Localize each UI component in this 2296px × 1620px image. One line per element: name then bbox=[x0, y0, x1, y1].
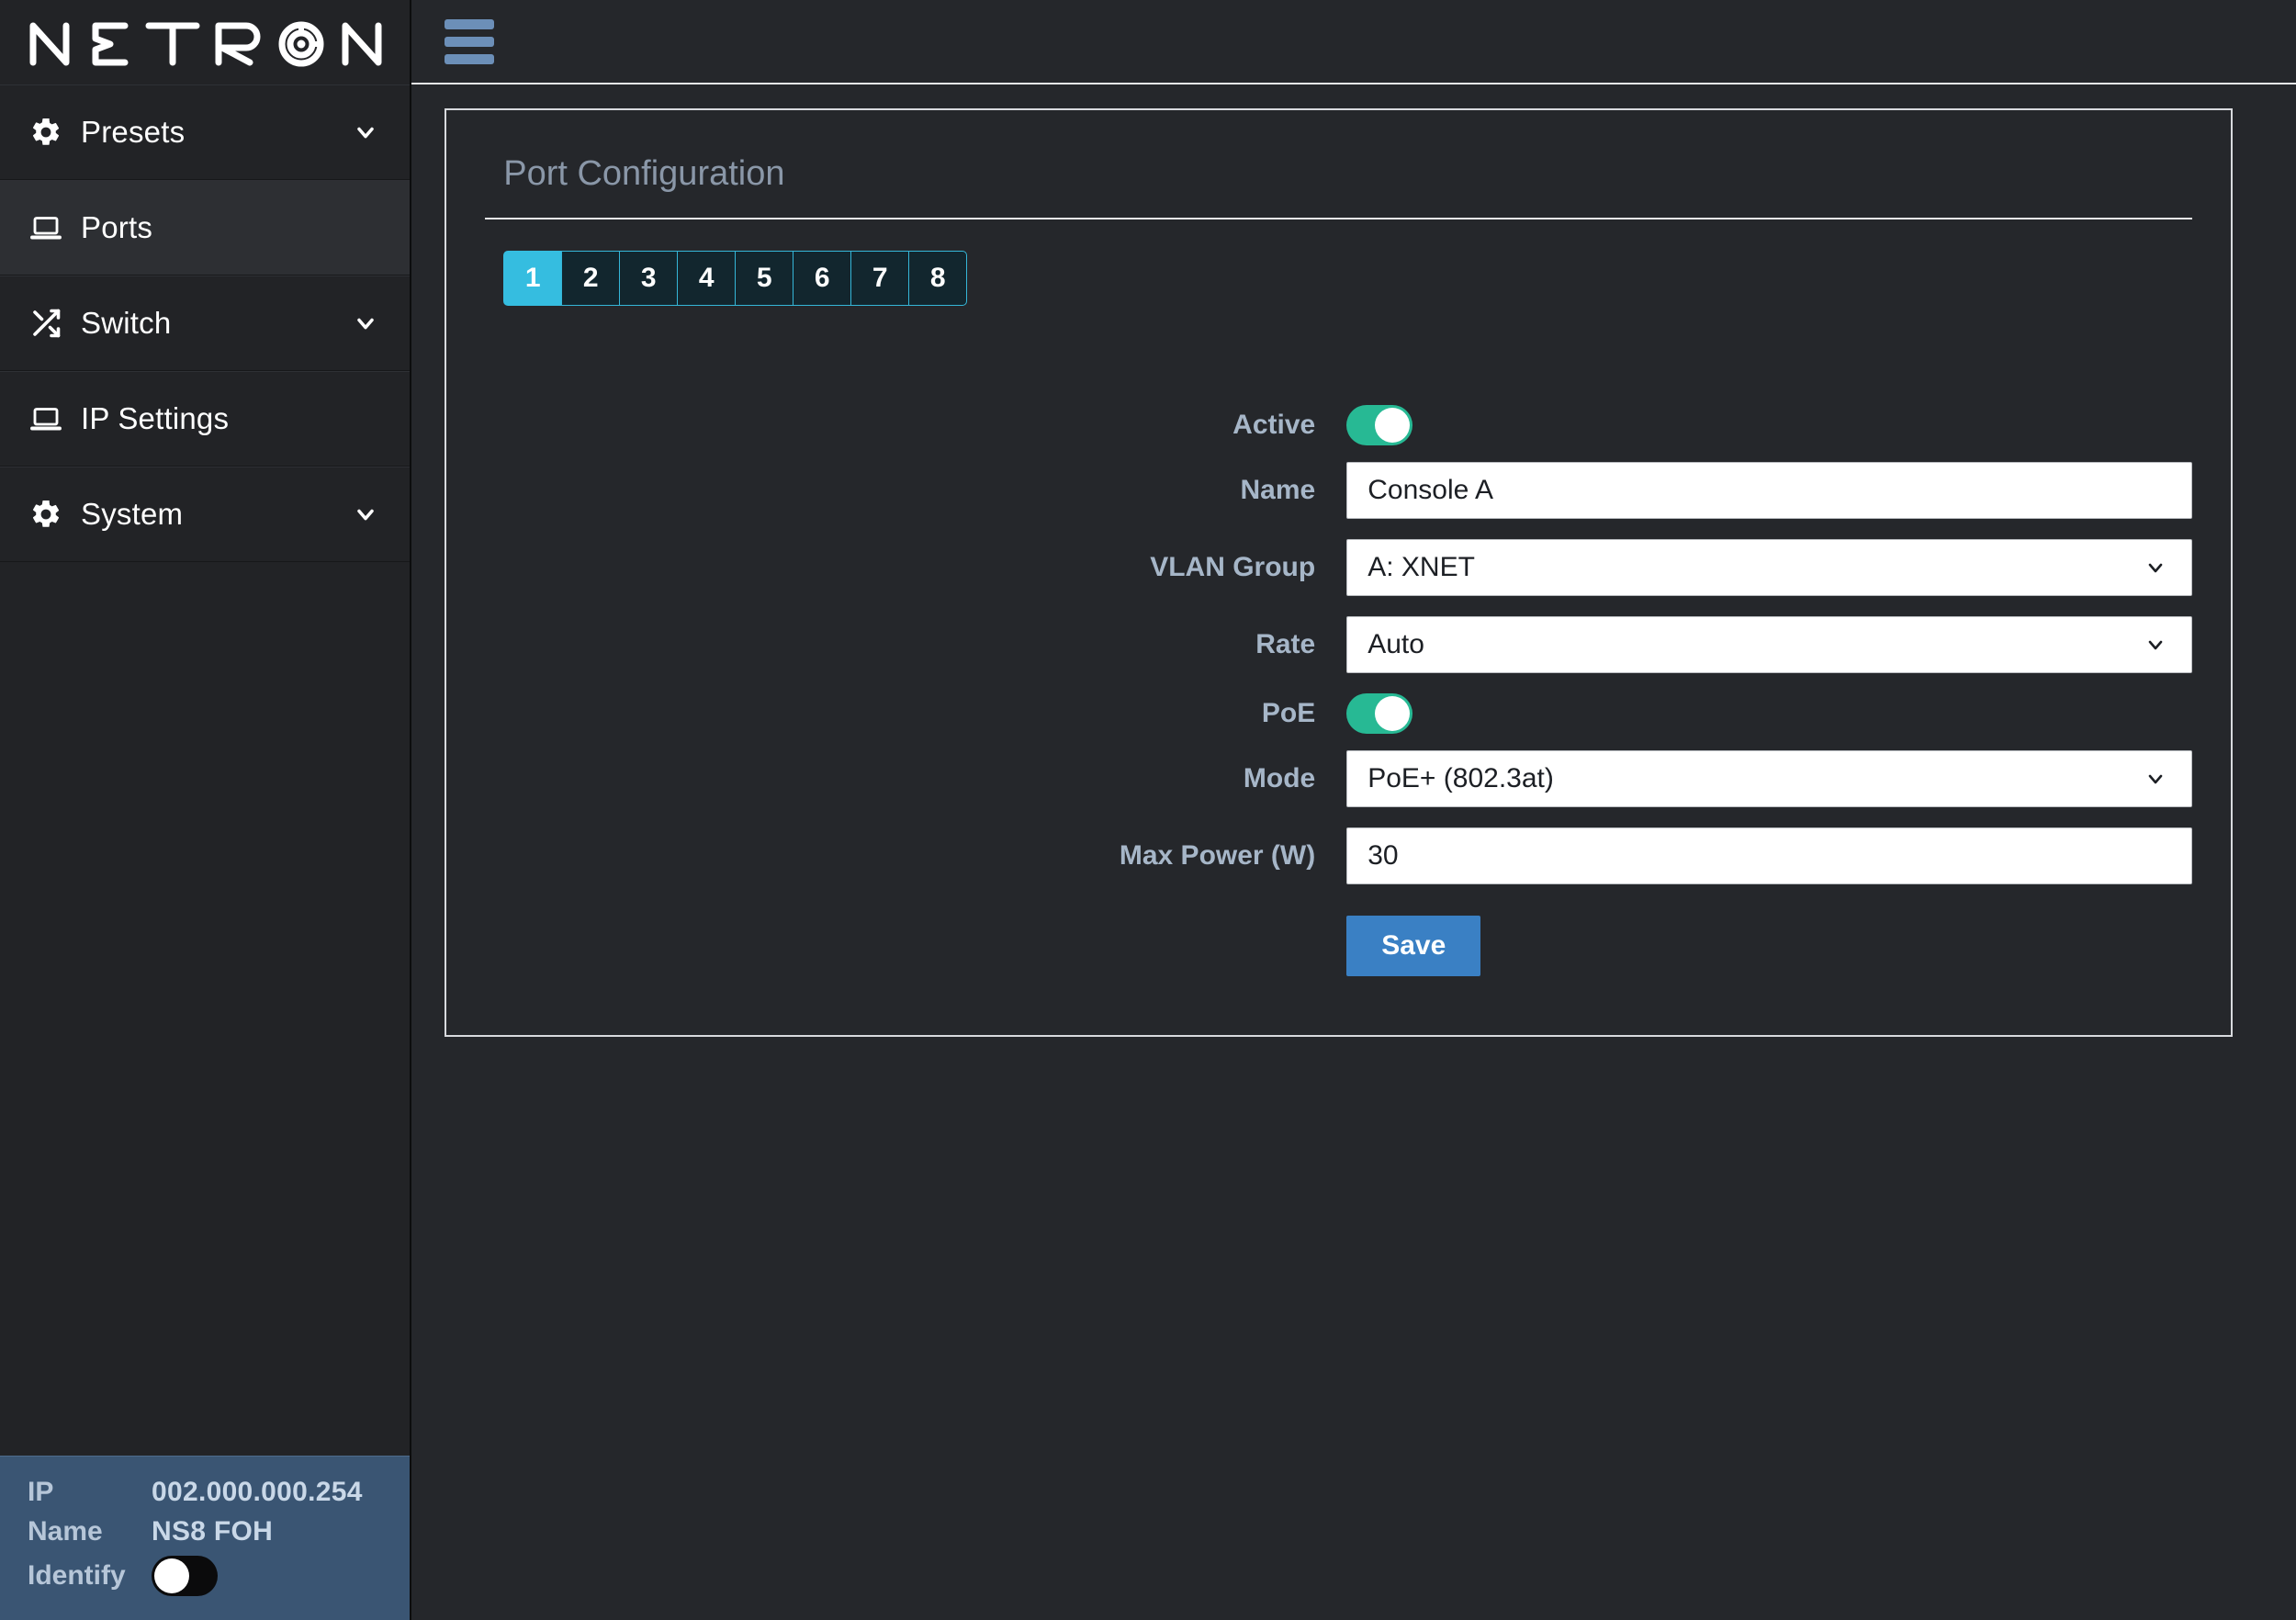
port-tab-8[interactable]: 8 bbox=[908, 251, 968, 306]
rate-field: Auto bbox=[1346, 616, 2193, 673]
save-field: Save bbox=[1346, 905, 2192, 976]
sidebar-item-label: Presets bbox=[81, 115, 186, 149]
app-root: Presets Ports Switch IP Settings System … bbox=[0, 0, 2296, 1620]
rate-select[interactable]: Auto bbox=[1346, 616, 2193, 673]
chevron-down-icon[interactable] bbox=[353, 310, 378, 336]
sidebar-nav: Presets Ports Switch IP Settings System bbox=[0, 84, 411, 562]
sidebar-item-label: System bbox=[81, 497, 184, 531]
form-row-poe: PoE bbox=[485, 693, 2192, 734]
netron-logo-icon bbox=[29, 21, 382, 67]
sidebar-item-ports[interactable]: Ports bbox=[0, 180, 411, 276]
form-row-vlan-group: VLAN Group A: XNET bbox=[485, 539, 2193, 596]
max-power-input[interactable]: 30 bbox=[1346, 827, 2193, 884]
main-area: Port Configuration 1 2 3 4 5 6 7 8 Activ… bbox=[411, 0, 2296, 1620]
sidebar-spacer bbox=[0, 562, 411, 1456]
status-name-label: Name bbox=[28, 1516, 103, 1547]
page-title: Port Configuration bbox=[503, 154, 785, 193]
toggle-knob bbox=[1375, 408, 1411, 443]
port-configuration-card: Port Configuration 1 2 3 4 5 6 7 8 Activ… bbox=[445, 108, 2234, 1037]
laptop-icon bbox=[29, 402, 72, 435]
max-power-field: 30 bbox=[1346, 827, 2193, 884]
gear-icon bbox=[29, 116, 72, 149]
laptop-icon bbox=[29, 211, 72, 244]
mode-label: Mode bbox=[1243, 763, 1316, 793]
chevron-down-icon bbox=[2144, 557, 2167, 579]
form-row-mode: Mode PoE+ (802.3at) bbox=[485, 750, 2193, 807]
port-tab-7[interactable]: 7 bbox=[850, 251, 910, 306]
sidebar-item-label: Switch bbox=[81, 306, 172, 340]
device-status-panel: IP 002.000.000.254 Name NS8 FOH Identify bbox=[0, 1456, 411, 1620]
name-label: Name bbox=[1240, 475, 1316, 505]
form-row-max-power: Max Power (W) 30 bbox=[485, 827, 2193, 884]
chevron-down-icon[interactable] bbox=[353, 119, 378, 145]
port-tab-1[interactable]: 1 bbox=[503, 251, 563, 306]
max-power-label: Max Power (W) bbox=[1119, 840, 1316, 871]
name-field: Console A bbox=[1346, 462, 2193, 519]
form-row-name: Name Console A bbox=[485, 462, 2193, 519]
sidebar-item-label: IP Settings bbox=[81, 401, 230, 435]
hamburger-bar bbox=[445, 18, 495, 29]
active-toggle[interactable] bbox=[1346, 405, 1413, 445]
content-area: Port Configuration 1 2 3 4 5 6 7 8 Activ… bbox=[411, 84, 2296, 1620]
status-ip-label: IP bbox=[28, 1477, 54, 1507]
port-tab-group: 1 2 3 4 5 6 7 8 bbox=[485, 251, 2192, 306]
identify-toggle[interactable] bbox=[152, 1556, 218, 1596]
chevron-down-icon bbox=[2144, 768, 2167, 790]
port-tab-4[interactable]: 4 bbox=[677, 251, 737, 306]
mode-selected-value: PoE+ (802.3at) bbox=[1367, 763, 1554, 793]
toggle-knob bbox=[1375, 696, 1411, 731]
status-name-value: NS8 FOH bbox=[152, 1516, 274, 1547]
chevron-down-icon[interactable] bbox=[353, 501, 378, 527]
save-button[interactable]: Save bbox=[1346, 916, 1481, 976]
status-ip-value: 002.000.000.254 bbox=[152, 1477, 363, 1507]
shuffle-icon bbox=[29, 307, 72, 340]
active-label: Active bbox=[1232, 410, 1316, 440]
form-row-rate: Rate Auto bbox=[485, 616, 2193, 673]
sidebar-item-presets[interactable]: Presets bbox=[0, 84, 411, 180]
topbar bbox=[411, 0, 2296, 84]
port-tab-6[interactable]: 6 bbox=[793, 251, 852, 306]
form-row-active: Active bbox=[485, 405, 2192, 445]
title-divider bbox=[485, 218, 2193, 219]
port-settings-form: Active Name Console A VLAN Group A: XNET… bbox=[485, 405, 2193, 976]
vlan-group-selected-value: A: XNET bbox=[1367, 552, 1475, 582]
brand-logo bbox=[0, 0, 411, 84]
status-row-name: Name NS8 FOH bbox=[28, 1516, 386, 1547]
hamburger-menu-icon[interactable] bbox=[445, 18, 495, 64]
rate-selected-value: Auto bbox=[1367, 629, 1424, 659]
poe-field bbox=[1346, 693, 2192, 734]
poe-label: PoE bbox=[1261, 698, 1316, 728]
port-tab-5[interactable]: 5 bbox=[735, 251, 794, 306]
hamburger-bar bbox=[445, 53, 495, 64]
active-field bbox=[1346, 405, 2192, 445]
toggle-knob bbox=[154, 1558, 189, 1593]
vlan-group-select[interactable]: A: XNET bbox=[1346, 539, 2193, 596]
hamburger-bar bbox=[445, 36, 495, 47]
sidebar: Presets Ports Switch IP Settings System … bbox=[0, 0, 412, 1620]
vlan-group-label: VLAN Group bbox=[1150, 552, 1316, 582]
mode-select[interactable]: PoE+ (802.3at) bbox=[1346, 750, 2193, 807]
status-identify-label: Identify bbox=[28, 1560, 126, 1591]
port-tab-3[interactable]: 3 bbox=[619, 251, 679, 306]
mode-field: PoE+ (802.3at) bbox=[1346, 750, 2193, 807]
status-row-identify: Identify bbox=[28, 1556, 386, 1596]
poe-toggle[interactable] bbox=[1346, 693, 1413, 734]
sidebar-item-label: Ports bbox=[81, 210, 153, 244]
gear-icon bbox=[29, 498, 72, 531]
vlan-group-field: A: XNET bbox=[1346, 539, 2193, 596]
rate-label: Rate bbox=[1255, 629, 1316, 659]
chevron-down-icon bbox=[2144, 634, 2167, 656]
sidebar-item-ip-settings[interactable]: IP Settings bbox=[0, 371, 411, 467]
sidebar-item-system[interactable]: System bbox=[0, 467, 411, 562]
form-row-save: Save bbox=[485, 905, 2192, 976]
name-input[interactable]: Console A bbox=[1346, 462, 2193, 519]
port-tab-2[interactable]: 2 bbox=[561, 251, 621, 306]
status-row-ip: IP 002.000.000.254 bbox=[28, 1477, 386, 1508]
sidebar-item-switch[interactable]: Switch bbox=[0, 276, 411, 371]
